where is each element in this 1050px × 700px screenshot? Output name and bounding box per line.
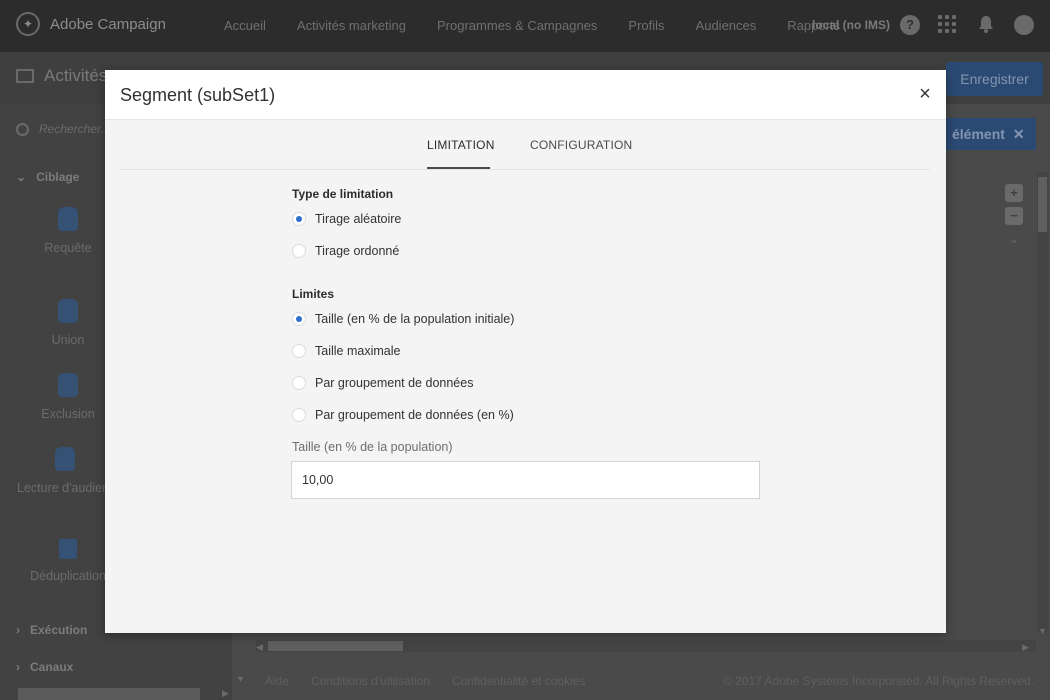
help-icon[interactable]: ? — [900, 15, 920, 35]
sidebar-section-label: Exécution — [30, 623, 88, 637]
funnel-icon — [59, 539, 77, 559]
radio-taille-pourcentage[interactable]: Taille (en % de la population initiale) — [292, 312, 514, 326]
limits-label: Limites — [292, 287, 335, 301]
database-query-icon — [58, 207, 78, 231]
canvas-vertical-scrollbar[interactable] — [1037, 172, 1048, 632]
footer-link-conditions[interactable]: Conditions d'utilisation — [311, 674, 430, 688]
dialog-tabs: LIMITATION CONFIGURATION — [120, 120, 930, 170]
apps-grid-icon[interactable] — [938, 15, 958, 35]
radio-button[interactable] — [292, 408, 306, 422]
database-audience-icon — [55, 447, 75, 471]
radio-label: Taille maximale — [315, 344, 401, 358]
brand[interactable]: ✦ Adobe Campaign — [16, 12, 166, 36]
add-element-label: élément — [952, 126, 1005, 142]
radio-label: Par groupement de données — [315, 376, 474, 390]
tool-lecture-audience[interactable]: Lecture d'audience — [13, 447, 105, 495]
footer-links: Aide Conditions d'utilisation Confidenti… — [265, 674, 607, 688]
search-icon — [16, 122, 29, 136]
radio-tirage-aleatoire[interactable]: Tirage aléatoire — [292, 212, 401, 226]
page-title[interactable]: Activités — [16, 66, 107, 86]
radio-label: Tirage ordonné — [315, 244, 400, 258]
radio-groupement-donnees[interactable]: Par groupement de données — [292, 376, 473, 390]
radio-button-checked[interactable] — [292, 312, 306, 326]
radio-taille-maximale[interactable]: Taille maximale — [292, 344, 400, 358]
tool-label: Union — [51, 333, 85, 347]
radio-groupement-donnees-pourcentage[interactable]: Par groupement de données (en %) — [292, 408, 514, 422]
tab-limitation[interactable]: LIMITATION — [427, 138, 495, 152]
segment-dialog: Segment (subSet1) × LIMITATION CONFIGURA… — [105, 70, 946, 633]
tab-configuration[interactable]: CONFIGURATION — [530, 138, 632, 152]
radio-label: Tirage aléatoire — [315, 212, 402, 226]
zoom-in-button[interactable]: + — [1005, 184, 1023, 202]
brand-name: Adobe Campaign — [50, 15, 166, 33]
main-nav: Accueil Activités marketing Programmes &… — [224, 18, 871, 33]
user-label: local (no IMS) — [812, 18, 890, 32]
nav-item-programmes-campagnes[interactable]: Programmes & Campagnes — [437, 18, 597, 33]
chevron-right-icon: › — [16, 623, 20, 637]
limitation-type-label: Type de limitation — [292, 187, 394, 201]
tool-label: Requête — [44, 241, 92, 255]
zoom-out-button[interactable]: − — [1005, 207, 1023, 225]
size-percentage-input[interactable] — [291, 461, 760, 499]
avatar-icon[interactable] — [1014, 15, 1034, 35]
scroll-down-arrow-icon[interactable]: ▼ — [236, 674, 245, 684]
close-icon[interactable]: × — [915, 84, 935, 104]
nav-item-accueil[interactable]: Accueil — [224, 18, 266, 33]
database-exclusion-icon — [58, 373, 78, 397]
tool-label: Déduplication — [30, 569, 106, 583]
nav-item-audiences[interactable]: Audiences — [696, 18, 757, 33]
sidebar-section-canaux[interactable]: › Canaux — [16, 660, 73, 674]
chevron-right-icon: › — [16, 660, 20, 674]
sidebar-search-placeholder: Rechercher... — [39, 122, 111, 136]
adobe-campaign-logo-icon: ✦ — [16, 12, 40, 36]
database-union-icon — [58, 299, 78, 323]
nav-item-activites-marketing[interactable]: Activités marketing — [297, 18, 406, 33]
active-tab-indicator — [427, 167, 490, 169]
close-icon[interactable]: ✕ — [1013, 126, 1025, 143]
radio-tirage-ordonne[interactable]: Tirage ordonné — [292, 244, 399, 258]
page-title-text: Activités — [44, 66, 108, 85]
add-element-button[interactable]: élément ✕ — [946, 118, 1036, 150]
radio-button-checked[interactable] — [292, 212, 306, 226]
bell-icon[interactable] — [976, 15, 996, 35]
radio-button[interactable] — [292, 244, 306, 258]
radio-button[interactable] — [292, 344, 306, 358]
radio-label: Par groupement de données (en %) — [315, 408, 514, 422]
chevron-down-icon: ⌄ — [16, 170, 27, 184]
sidebar-section-label: Ciblage — [36, 170, 80, 184]
scroll-down-arrow-icon[interactable]: ▼ — [1038, 626, 1047, 636]
radio-button[interactable] — [292, 376, 306, 390]
save-button[interactable]: Enregistrer — [946, 62, 1043, 96]
sidebar-section-ciblage[interactable]: ⌄ Ciblage — [16, 170, 79, 184]
nav-item-profils[interactable]: Profils — [628, 18, 664, 33]
dialog-header: Segment (subSet1) × — [105, 70, 946, 120]
scroll-left-arrow-icon[interactable]: ◀ — [256, 642, 263, 653]
radio-label: Taille (en % de la population initiale) — [315, 312, 515, 326]
sidebar-section-label: Canaux — [30, 660, 74, 674]
sidebar-search[interactable]: Rechercher... — [16, 122, 111, 136]
footer-link-confidentialite[interactable]: Confidentialité et cookies — [452, 674, 585, 688]
scroll-right-arrow-icon[interactable]: ▶ — [222, 688, 229, 699]
sidebar-section-execution[interactable]: › Exécution — [16, 623, 87, 637]
scroll-right-arrow-icon[interactable]: ▶ — [1022, 642, 1029, 653]
panel-toggle-icon[interactable] — [16, 69, 34, 83]
dialog-title: Segment (subSet1) — [120, 85, 276, 105]
sidebar-scrollbar[interactable] — [18, 688, 200, 700]
copyright: © 2017 Adobe Systems Incorporated. All R… — [722, 674, 1034, 688]
tool-label: Exclusion — [41, 407, 95, 421]
footer-link-aide[interactable]: Aide — [265, 674, 289, 688]
chevron-down-icon[interactable]: ⌄ — [1009, 232, 1019, 246]
tool-label: Lecture d'audience — [17, 481, 105, 495]
canvas-horizontal-scrollbar[interactable] — [256, 640, 1036, 652]
size-field-label: Taille (en % de la population) — [292, 440, 453, 454]
